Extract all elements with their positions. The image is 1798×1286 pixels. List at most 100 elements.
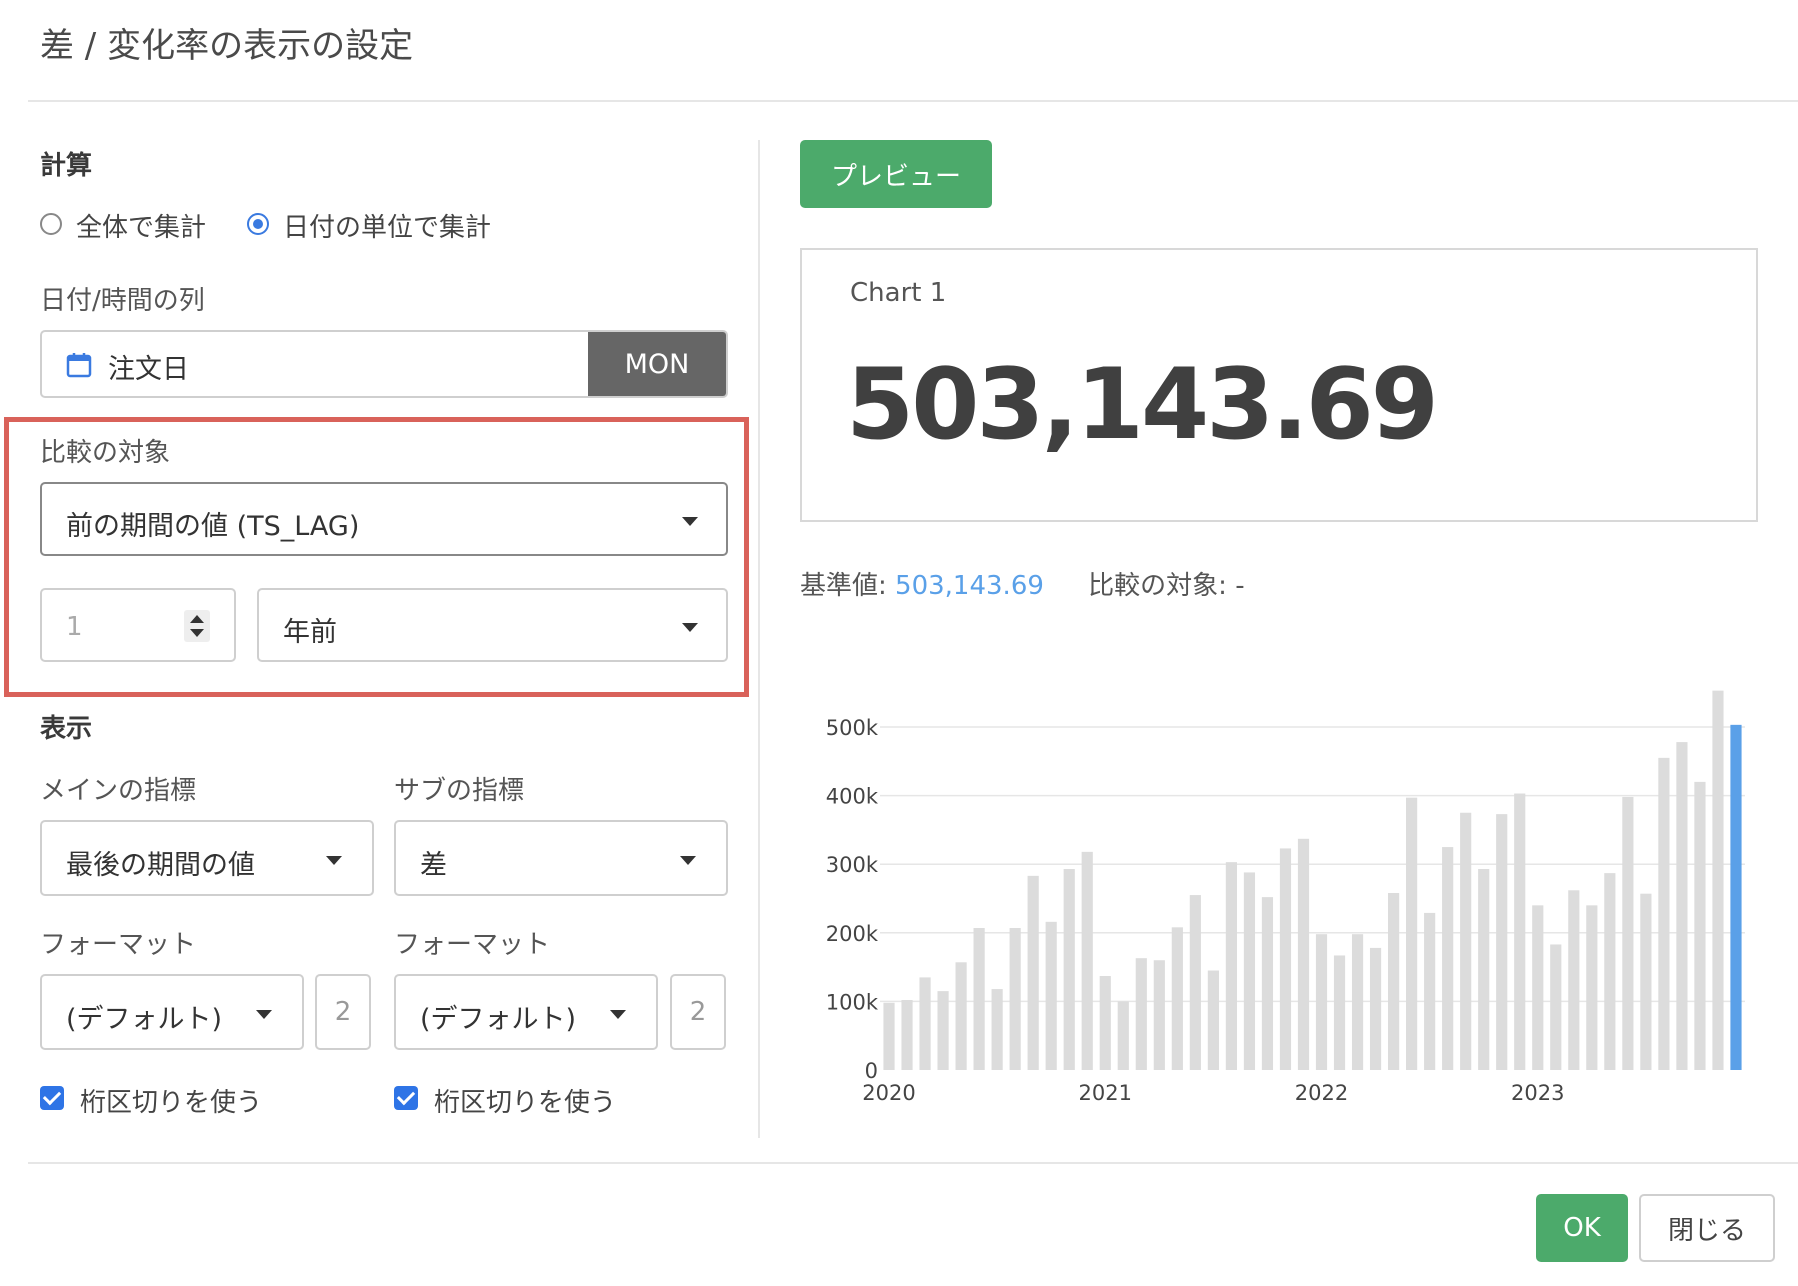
compare-label: 比較の対象	[40, 438, 171, 468]
sub-metric-label: サブの指標	[394, 776, 525, 806]
compare-summary: 比較の対象: -	[1088, 571, 1245, 601]
close-button[interactable]: 閉じる	[1639, 1194, 1775, 1262]
chart-bar	[1297, 838, 1310, 1070]
y-tick-label: 400k	[826, 785, 879, 809]
main-metric-select[interactable]: 最後の期間の値	[40, 820, 374, 896]
chart-bar	[991, 989, 1003, 1070]
chart-bar	[1207, 970, 1219, 1070]
format-main-value: (デフォルト)	[66, 1004, 223, 1035]
main-metric-label: メインの指標	[40, 776, 197, 806]
chart-bar	[919, 977, 931, 1070]
chart-bar	[1478, 869, 1490, 1070]
sub-metric-value: 差	[420, 850, 447, 881]
x-tick-label: 2021	[1079, 1081, 1132, 1105]
y-tick-label: 200k	[826, 922, 879, 946]
chart-bar	[1333, 955, 1346, 1070]
chevron-down-icon	[680, 856, 696, 865]
preview-chart: 0 100k 200k 300k 400k 500k 2020 2021 2022 2023	[826, 690, 1745, 1105]
separator-main-label[interactable]: 桁区切りを使う	[80, 1082, 262, 1119]
chart-bar	[1604, 873, 1616, 1070]
date-column-field[interactable]: 注文日 MON	[40, 330, 728, 398]
radio-all-label[interactable]: 全体で集計	[76, 207, 206, 244]
chart-bar	[1658, 757, 1670, 1070]
chart-bar	[1045, 921, 1057, 1070]
calc-section-label: 計算	[40, 151, 93, 181]
main-metric-value: 最後の期間の値	[66, 850, 255, 881]
separator-sub-label[interactable]: 桁区切りを使う	[434, 1082, 616, 1119]
chart-bar	[883, 1002, 895, 1070]
chart-bar	[1460, 812, 1472, 1070]
chart-bar	[1153, 960, 1165, 1070]
lag-unit-value: 年前	[283, 617, 337, 648]
x-tick-label: 2023	[1511, 1081, 1564, 1105]
separator-sub-checkbox[interactable]	[394, 1086, 418, 1110]
chart-bar	[1550, 944, 1562, 1070]
chart-bar	[1496, 814, 1508, 1070]
chart-bar	[1694, 781, 1706, 1070]
compare-select-value: 前の期間の値 (TS_LAG)	[66, 511, 360, 542]
format-main-label: フォーマット	[40, 930, 197, 960]
sub-metric-select[interactable]: 差	[394, 820, 728, 896]
chart-bar	[1027, 875, 1039, 1070]
dialog-title: 差 / 変化率の表示の設定	[40, 26, 414, 66]
calendar-icon	[66, 353, 92, 378]
stepper-icon[interactable]	[184, 610, 210, 642]
chart-bar	[1388, 893, 1400, 1070]
preview-button[interactable]: プレビュー	[800, 140, 992, 208]
y-tick-label: 300k	[826, 853, 879, 877]
chart-bar	[1351, 934, 1364, 1070]
panel-divider	[758, 140, 760, 1138]
chart-bar	[1117, 1001, 1129, 1070]
format-sub-value: (デフォルト)	[420, 1004, 577, 1035]
decimals-main-input[interactable]: 2	[315, 974, 371, 1050]
x-tick-label: 2020	[862, 1081, 915, 1105]
date-unit-button[interactable]: MON	[588, 332, 726, 396]
chart-bar	[1622, 796, 1634, 1070]
base-value: 503,143.69	[895, 571, 1044, 601]
y-tick-label: 500k	[826, 716, 879, 740]
chart-bar	[1081, 851, 1093, 1070]
radio-by-date-label[interactable]: 日付の単位で集計	[283, 207, 491, 244]
chart-bar	[1009, 927, 1021, 1070]
chart-bar	[1189, 895, 1201, 1070]
y-tick-label: 100k	[826, 990, 879, 1014]
chart-bar	[1261, 897, 1274, 1070]
big-number: 503,143.69	[846, 348, 1439, 462]
format-main-select[interactable]: (デフォルト)	[40, 974, 304, 1050]
chevron-down-icon	[326, 856, 342, 865]
chart-bar	[1063, 869, 1075, 1070]
format-sub-label: フォーマット	[394, 930, 551, 960]
ok-button[interactable]: OK	[1536, 1194, 1628, 1262]
format-sub-select[interactable]: (デフォルト)	[394, 974, 658, 1050]
chevron-down-icon	[610, 1010, 626, 1019]
footer-divider	[28, 1162, 1798, 1164]
radio-all[interactable]	[40, 213, 62, 235]
chart-bar	[1369, 947, 1382, 1070]
chevron-down-icon	[682, 623, 698, 632]
chart-bar	[1171, 927, 1183, 1070]
chart-bar	[1568, 890, 1580, 1070]
compare-select[interactable]: 前の期間の値 (TS_LAG)	[40, 482, 728, 556]
lag-number-input[interactable]: 1	[40, 588, 236, 662]
date-column-value: 注文日	[108, 354, 189, 385]
lag-unit-select[interactable]: 年前	[257, 588, 728, 662]
header-divider	[28, 100, 1798, 102]
preview-card: Chart 1 503,143.69	[800, 248, 1758, 522]
chart-bar	[937, 991, 949, 1070]
chart-bar	[1730, 724, 1742, 1070]
chart-bar	[1676, 742, 1688, 1070]
date-column-label: 日付/時間の列	[40, 286, 205, 316]
chart-bar	[955, 962, 967, 1070]
chart-bar	[1514, 793, 1526, 1070]
chart-bar	[1243, 872, 1256, 1070]
chart-bar	[1640, 893, 1652, 1070]
radio-by-date[interactable]	[247, 213, 269, 235]
chart-bar	[973, 927, 985, 1070]
base-label: 基準値:	[800, 571, 887, 601]
y-tick-label: 0	[865, 1059, 878, 1083]
separator-main-checkbox[interactable]	[40, 1086, 64, 1110]
chart-bar	[1135, 958, 1147, 1070]
chart-bar	[1279, 848, 1292, 1070]
card-title: Chart 1	[850, 278, 947, 308]
decimals-sub-input[interactable]: 2	[670, 974, 726, 1050]
